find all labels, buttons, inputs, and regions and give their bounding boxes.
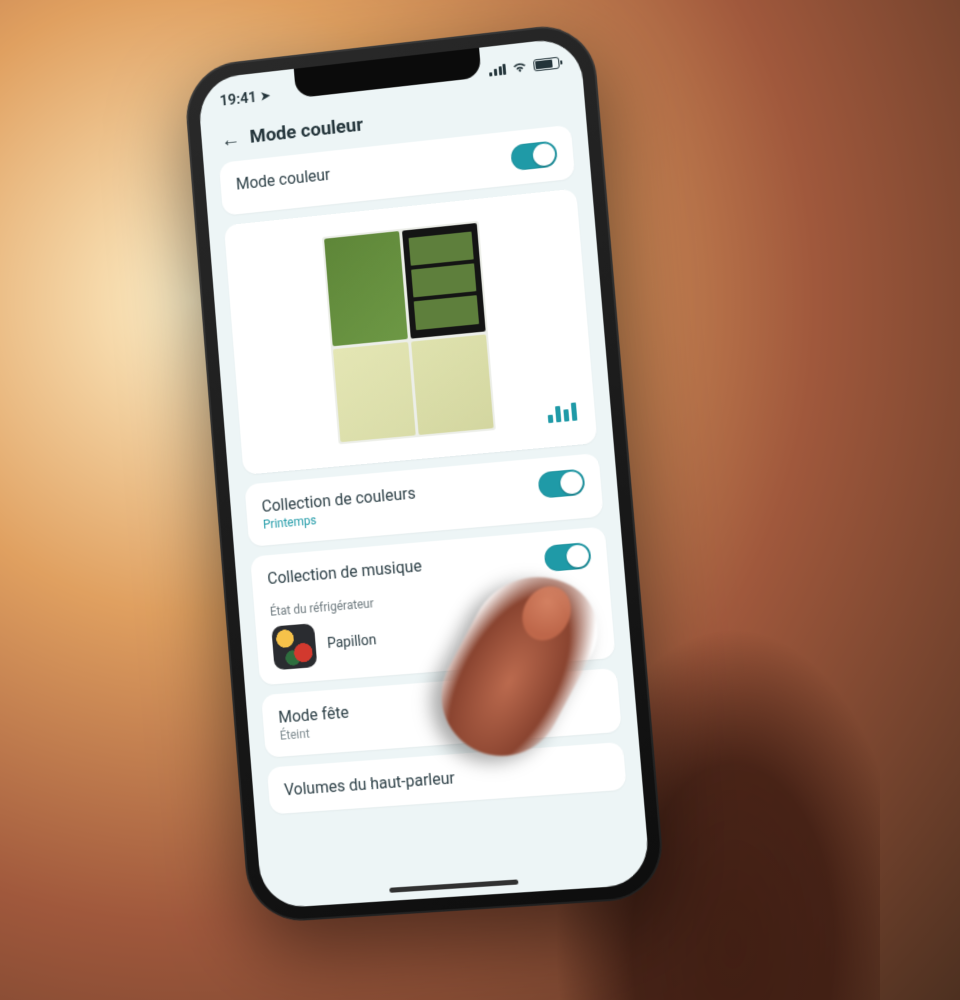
fridge-panel-bottom-right	[411, 334, 494, 435]
fridge-illustration	[322, 221, 496, 445]
fridge-panel-bottom-left	[333, 342, 415, 443]
toggle-music-collection[interactable]	[544, 542, 592, 572]
equalizer-icon	[547, 400, 578, 423]
content-scroll[interactable]: Mode couleur	[204, 123, 647, 855]
fridge-panel-top-right	[402, 223, 486, 338]
card-fridge-preview	[224, 189, 598, 475]
card-music-collection[interactable]: Collection de musique État du réfrigérat…	[250, 526, 615, 685]
phone-frame: 19:41 ➤ ← Mode couleur	[183, 21, 667, 924]
home-indicator[interactable]	[389, 879, 518, 892]
status-time: 19:41	[219, 88, 257, 110]
card-party-mode[interactable]: Mode fête Éteint	[261, 668, 622, 758]
toggle-mode-couleur[interactable]	[510, 140, 558, 171]
track-name: Papillon	[327, 632, 377, 652]
fridge-panel-top-left	[324, 231, 407, 346]
cellular-signal-icon	[488, 63, 506, 76]
back-icon[interactable]: ←	[220, 128, 241, 150]
track-artwork	[271, 623, 317, 670]
music-collection-title: Collection de musique	[267, 556, 423, 588]
card-mode-title: Mode couleur	[235, 165, 331, 194]
toggle-color-collection[interactable]	[537, 469, 585, 499]
speaker-volume-title: Volumes du haut-parleur	[283, 757, 609, 799]
battery-icon	[533, 57, 560, 72]
location-icon: ➤	[260, 88, 271, 103]
wifi-icon	[511, 57, 528, 77]
phone-screen: 19:41 ➤ ← Mode couleur	[197, 36, 651, 909]
